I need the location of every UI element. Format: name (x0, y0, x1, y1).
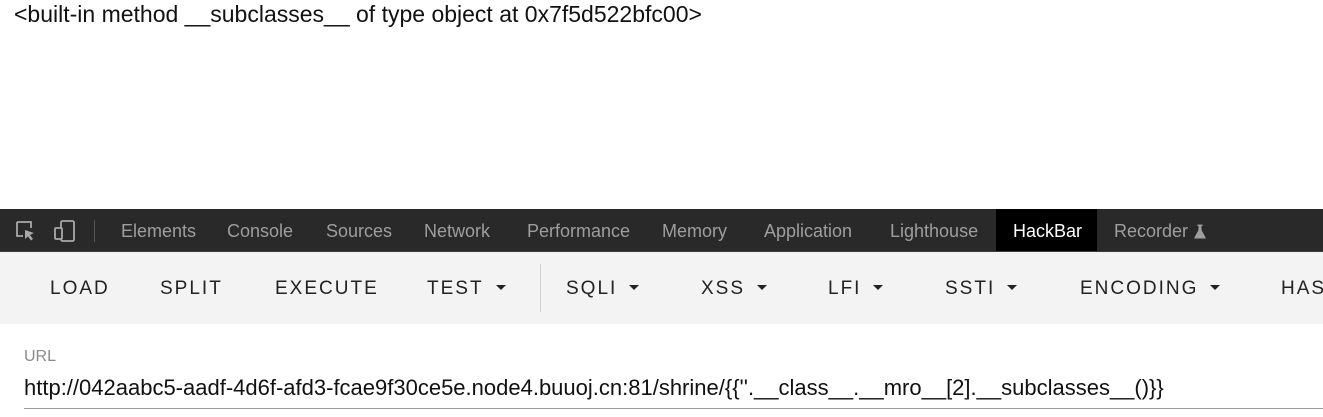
tab-application[interactable]: Application (747, 209, 869, 251)
page-output-text: <built-in method __subclasses__ of type … (14, 1, 702, 27)
chevron-down-icon (1007, 285, 1018, 290)
devtools-tabbar: Elements Console Sources Network Perform… (0, 209, 1323, 252)
split-button[interactable]: SPLIT (160, 252, 223, 324)
lfi-dropdown-button[interactable]: LFI (828, 252, 884, 324)
devtools-panel: Elements Console Sources Network Perform… (0, 209, 1323, 417)
tab-recorder-label: Recorder (1114, 221, 1189, 241)
toolbar-divider (540, 264, 541, 312)
tab-sources[interactable]: Sources (309, 209, 409, 251)
tab-network[interactable]: Network (407, 209, 507, 251)
chevron-down-icon (873, 285, 884, 290)
hashing-dropdown-button[interactable]: HAS (1281, 252, 1323, 324)
inspect-element-icon[interactable] (14, 219, 38, 243)
hashing-button-label: HAS (1281, 278, 1323, 299)
flask-icon (1194, 211, 1206, 255)
execute-button-label: EXECUTE (275, 278, 379, 299)
tab-recorder[interactable]: Recorder (1097, 209, 1223, 251)
tab-console[interactable]: Console (210, 209, 310, 251)
tab-memory[interactable]: Memory (645, 209, 744, 251)
execute-button[interactable]: EXECUTE (275, 252, 379, 324)
test-dropdown-button[interactable]: TEST (427, 252, 506, 324)
load-button[interactable]: LOAD (50, 252, 110, 324)
ssti-button-label: SSTI (945, 278, 996, 299)
chevron-down-icon (629, 285, 640, 290)
url-label: URL (24, 348, 57, 365)
tab-lighthouse[interactable]: Lighthouse (873, 209, 995, 251)
split-button-label: SPLIT (160, 278, 223, 299)
test-button-label: TEST (427, 278, 484, 299)
lfi-button-label: LFI (828, 278, 862, 299)
ssti-dropdown-button[interactable]: SSTI (945, 252, 1018, 324)
chevron-down-icon (757, 285, 768, 290)
encoding-dropdown-button[interactable]: ENCODING (1080, 252, 1221, 324)
chevron-down-icon (495, 285, 506, 290)
device-toolbar-icon[interactable] (53, 219, 77, 243)
load-button-label: LOAD (50, 278, 110, 299)
encoding-button-label: ENCODING (1080, 278, 1199, 299)
sqli-button-label: SQLI (566, 278, 618, 299)
xss-button-label: XSS (701, 278, 746, 299)
hackbar-toolbar: LOAD SPLIT EXECUTE TEST SQLI XSS LFI SST… (0, 252, 1323, 324)
tab-performance[interactable]: Performance (510, 209, 647, 251)
xss-dropdown-button[interactable]: XSS (701, 252, 768, 324)
url-field[interactable]: http://042aabc5-aadf-4d6f-afd3-fcae9f30c… (24, 369, 1323, 409)
sqli-dropdown-button[interactable]: SQLI (566, 252, 640, 324)
tab-elements[interactable]: Elements (104, 209, 213, 251)
tab-hackbar[interactable]: HackBar (996, 209, 1097, 251)
url-section: URL http://042aabc5-aadf-4d6f-afd3-fcae9… (0, 324, 1323, 417)
chevron-down-icon (1210, 285, 1221, 290)
tabbar-separator (94, 220, 95, 242)
